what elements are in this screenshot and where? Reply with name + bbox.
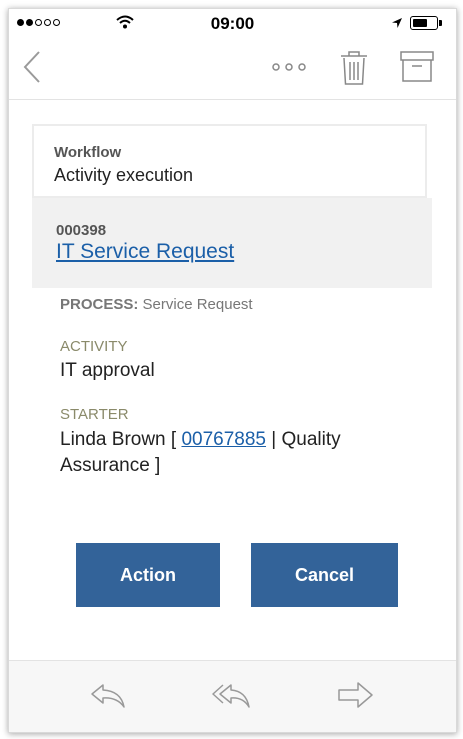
- request-number: 000398: [56, 222, 107, 239]
- trash-icon[interactable]: [339, 49, 369, 87]
- activity-value: IT approval: [60, 360, 155, 381]
- archive-icon[interactable]: [399, 49, 435, 85]
- process-label: PROCESS:: [60, 296, 139, 313]
- process-value: Service Request: [142, 296, 253, 313]
- more-dots-icon[interactable]: [269, 59, 309, 75]
- phone-screen: 09:00 Workflow Activity execution 000398…: [8, 8, 457, 733]
- workflow-title: Activity execution: [54, 165, 194, 185]
- reply-icon[interactable]: [89, 679, 129, 713]
- bottom-toolbar: [9, 660, 456, 732]
- status-time: 09:00: [210, 14, 255, 33]
- location-arrow-icon: [392, 18, 402, 28]
- battery-icon: [410, 16, 442, 30]
- forward-icon[interactable]: [336, 679, 376, 713]
- starter-id-link[interactable]: 00767885: [181, 429, 266, 450]
- workflow-label: Workflow: [54, 144, 122, 161]
- status-bar: 09:00: [9, 9, 456, 39]
- starter-label: STARTER: [60, 406, 129, 423]
- starter-value: Linda Brown [ 00767885 | Quality Assuran…: [60, 427, 390, 479]
- chevron-left-icon[interactable]: [19, 49, 49, 85]
- nav-bar: [9, 39, 456, 100]
- workflow-header: Workflow Activity execution: [32, 124, 427, 198]
- action-button[interactable]: Action: [76, 543, 220, 607]
- process-row: PROCESS: Service Request: [60, 296, 253, 313]
- reply-all-icon[interactable]: [212, 679, 252, 713]
- activity-label: ACTIVITY: [60, 338, 128, 355]
- cancel-button[interactable]: Cancel: [251, 543, 398, 607]
- request-title-link[interactable]: IT Service Request: [56, 240, 234, 264]
- request-panel: 000398 IT Service Request: [32, 198, 432, 288]
- starter-name: Linda Brown [: [60, 429, 177, 450]
